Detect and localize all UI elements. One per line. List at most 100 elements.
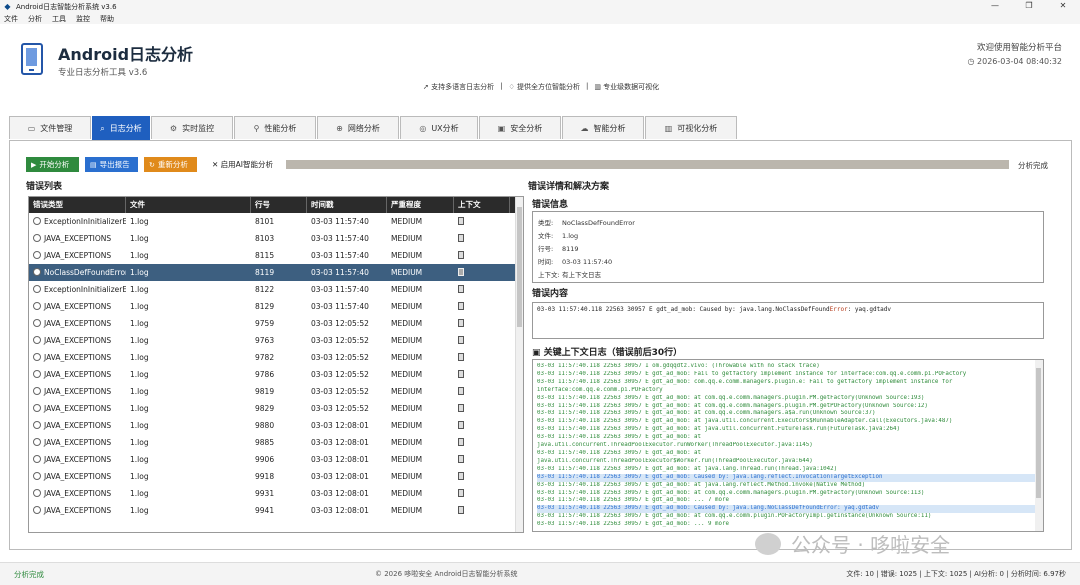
details-label: 错误详情和解决方案 <box>528 182 610 192</box>
context-cell[interactable] <box>454 234 510 243</box>
context-cell[interactable] <box>454 217 510 226</box>
table-row[interactable]: JAVA_EXCEPTIONS 1.log 9782 03-03 12:05:52 ME… <box>29 349 523 366</box>
table-row[interactable]: JAVA_EXCEPTIONS 1.log 9786 03-03 12:05:52 ME… <box>29 366 523 383</box>
table-cell: 03-03 11:57:40 <box>311 251 369 260</box>
row-radio-icon[interactable] <box>33 336 41 344</box>
table-row[interactable]: JAVA_EXCEPTIONS 1.log 9819 03-03 12:05:52 ME… <box>29 383 523 400</box>
row-radio-icon[interactable] <box>33 438 41 446</box>
table-row[interactable]: JAVA_EXCEPTIONS 1.log 9918 03-03 12:08:01 ME… <box>29 468 523 485</box>
context-cell[interactable] <box>454 268 510 277</box>
context-cell[interactable] <box>454 251 510 260</box>
minimize-button[interactable]: — <box>978 0 1012 13</box>
context-cell[interactable] <box>454 387 510 396</box>
table-row[interactable]: JAVA_EXCEPTIONS 1.log 9931 03-03 12:08:01 ME… <box>29 485 523 502</box>
ai-analysis-toggle[interactable]: ✕ 启用AI智能分析 <box>212 159 273 170</box>
export-report-button[interactable]: ▤ 导出报告 <box>85 157 138 172</box>
scrollbar-thumb[interactable] <box>517 207 522 327</box>
tab-lock[interactable]: ▣ 安全分析 <box>479 116 561 139</box>
row-radio-icon[interactable] <box>33 285 41 293</box>
table-row[interactable]: ExceptionInInitializerError 1.log 8101 03-0… <box>29 213 523 230</box>
table-cell: 9759 <box>255 319 275 328</box>
context-cell[interactable] <box>454 438 510 447</box>
error-list-scrollbar[interactable] <box>515 197 523 532</box>
menu-help[interactable]: 帮助 <box>100 14 114 24</box>
log-analysis-panel: ▶ 开始分析 ▤ 导出报告 ↻ 重新分析 ✕ 启用AI智能分析 分析完成 错误列表 错… <box>9 140 1072 550</box>
log-scrollbar[interactable] <box>1035 360 1043 531</box>
menu-file[interactable]: 文件 <box>4 14 18 24</box>
column-header[interactable]: 时间戳 <box>307 197 387 213</box>
log-line: java.util.concurrent.ThreadPoolExecutor$… <box>537 457 813 464</box>
context-cell[interactable] <box>454 319 510 328</box>
tab-search[interactable]: ⌕ 日志分析 <box>92 116 150 140</box>
row-radio-icon[interactable] <box>33 387 41 395</box>
table-row[interactable]: JAVA_EXCEPTIONS 1.log 8129 03-03 11:57:40 ME… <box>29 298 523 315</box>
context-cell[interactable] <box>454 404 510 413</box>
row-radio-icon[interactable] <box>33 421 41 429</box>
row-radio-icon[interactable] <box>33 302 41 310</box>
table-cell: 8122 <box>255 285 275 294</box>
context-cell[interactable] <box>454 472 510 481</box>
table-row[interactable]: JAVA_EXCEPTIONS 1.log 9906 03-03 12:08:01 ME… <box>29 451 523 468</box>
table-cell: 03-03 11:57:40 <box>311 217 369 226</box>
context-log-box[interactable]: 03-03 11:57:40.118 22563 30957 I om.gdqq… <box>532 359 1044 532</box>
context-cell[interactable] <box>454 506 510 515</box>
table-row[interactable]: JAVA_EXCEPTIONS 1.log 9759 03-03 12:05:52 ME… <box>29 315 523 332</box>
context-cell[interactable] <box>454 421 510 430</box>
menu-tools[interactable]: 工具 <box>52 14 66 24</box>
start-analysis-button[interactable]: ▶ 开始分析 <box>26 157 79 172</box>
error-content-box[interactable]: 03-03 11:57:40.118 22563 30957 E gdt_ad_… <box>532 302 1044 339</box>
tab-folder[interactable]: ▭ 文件管理 <box>9 116 91 139</box>
log-line: 03-03 11:57:40.118 22563 30957 I om.gdqq… <box>537 363 820 369</box>
row-radio-icon[interactable] <box>33 319 41 327</box>
table-row[interactable]: JAVA_EXCEPTIONS 1.log 9885 03-03 12:08:01 ME… <box>29 434 523 451</box>
close-button[interactable]: ✕ <box>1046 0 1080 13</box>
row-radio-icon[interactable] <box>33 268 41 276</box>
tab-label: UX分析 <box>431 123 459 133</box>
context-cell[interactable] <box>454 336 510 345</box>
tab-ux[interactable]: ◎ UX分析 <box>400 116 478 139</box>
column-header[interactable]: 上下文 <box>454 197 510 213</box>
reanalyze-button[interactable]: ↻ 重新分析 <box>144 157 197 172</box>
row-radio-icon[interactable] <box>33 506 41 514</box>
tab-ai[interactable]: ☁ 智能分析 <box>562 116 644 139</box>
row-radio-icon[interactable] <box>33 370 41 378</box>
column-header[interactable]: 行号 <box>251 197 307 213</box>
row-radio-icon[interactable] <box>33 404 41 412</box>
tab-performance[interactable]: ⚲ 性能分析 <box>234 116 316 139</box>
menu-monitor[interactable]: 监控 <box>76 14 90 24</box>
column-header[interactable]: 严重程度 <box>387 197 454 213</box>
tab-network[interactable]: ⊕ 网络分析 <box>317 116 399 139</box>
context-cell[interactable] <box>454 302 510 311</box>
table-row[interactable]: JAVA_EXCEPTIONS 1.log 9829 03-03 12:05:52 ME… <box>29 400 523 417</box>
tab-chart[interactable]: ▥ 可视化分析 <box>645 116 737 139</box>
table-row[interactable]: JAVA_EXCEPTIONS 1.log 9941 03-03 12:08:01 ME… <box>29 502 523 519</box>
scrollbar-thumb[interactable] <box>1036 368 1041 498</box>
row-radio-icon[interactable] <box>33 353 41 361</box>
table-row[interactable]: JAVA_EXCEPTIONS 1.log 8103 03-03 11:57:40 ME… <box>29 230 523 247</box>
tab-monitor[interactable]: ⚙ 实时监控 <box>151 116 233 139</box>
context-cell[interactable] <box>454 285 510 294</box>
main-tabs: ▭ 文件管理 ⌕ 日志分析 ⚙ 实时监控 ⚲ 性能分析 ⊕ 网络分析 ◎ UX分析 ▣ 安全分析 ☁ 智能分析… <box>9 116 738 140</box>
context-cell[interactable] <box>454 455 510 464</box>
column-header[interactable]: 文件 <box>126 197 251 213</box>
table-row[interactable]: ExceptionInInitializerError 1.log 8122 03-0… <box>29 281 523 298</box>
table-cell: JAVA_EXCEPTIONS <box>29 370 126 379</box>
table-cell: 03-03 12:08:01 <box>311 455 369 464</box>
context-cell[interactable] <box>454 353 510 362</box>
row-radio-icon[interactable] <box>33 251 41 259</box>
context-cell[interactable] <box>454 489 510 498</box>
table-row[interactable]: JAVA_EXCEPTIONS 1.log 9880 03-03 12:08:01 ME… <box>29 417 523 434</box>
column-header[interactable]: 错误类型 <box>29 197 126 213</box>
table-row[interactable]: NoClassDefFoundError 1.log 8119 03-03 11:57… <box>29 264 523 281</box>
row-radio-icon[interactable] <box>33 234 41 242</box>
context-cell[interactable] <box>454 370 510 379</box>
menu-analysis[interactable]: 分析 <box>28 14 42 24</box>
row-radio-icon[interactable] <box>33 217 41 225</box>
maximize-button[interactable]: ❐ <box>1012 0 1046 13</box>
row-radio-icon[interactable] <box>33 489 41 497</box>
table-row[interactable]: JAVA_EXCEPTIONS 1.log 9763 03-03 12:05:52 ME… <box>29 332 523 349</box>
table-cell: 03-03 12:05:52 <box>311 370 369 379</box>
table-row[interactable]: JAVA_EXCEPTIONS 1.log 8115 03-03 11:57:40 ME… <box>29 247 523 264</box>
row-radio-icon[interactable] <box>33 472 41 480</box>
row-radio-icon[interactable] <box>33 455 41 463</box>
